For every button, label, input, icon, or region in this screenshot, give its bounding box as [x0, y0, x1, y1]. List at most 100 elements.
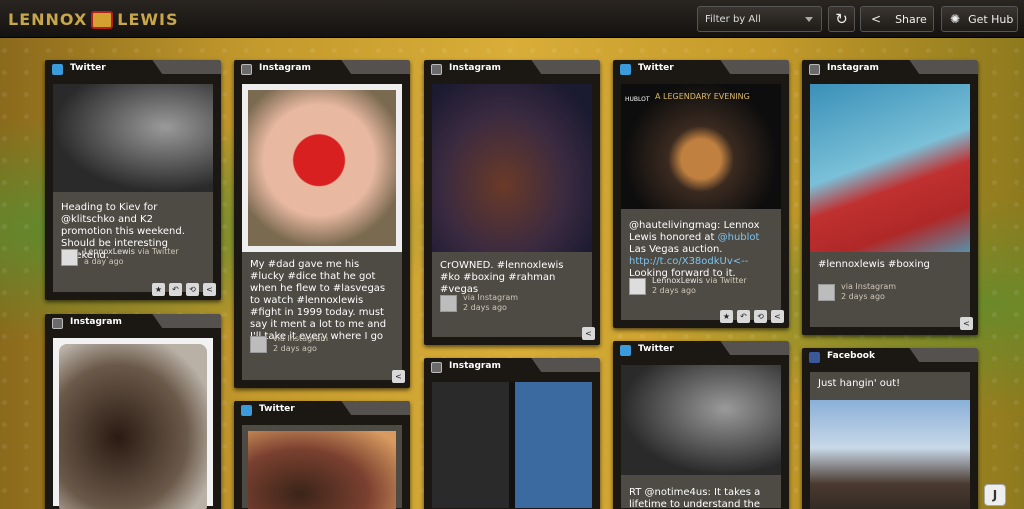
feed-card[interactable]: Instagram My #dad gave me his #lucky #di…: [234, 60, 410, 388]
card-tab: Instagram: [424, 358, 600, 376]
via: via Instagram: [273, 334, 329, 343]
avatar[interactable]: [440, 294, 457, 312]
post-meta: via Instagram 2 days ago: [440, 293, 518, 313]
author[interactable]: LennoxLewis: [652, 276, 703, 285]
reply-icon[interactable]: ↶: [169, 283, 182, 296]
timestamp: 2 days ago: [463, 303, 507, 312]
author[interactable]: LennoxLewis: [84, 247, 135, 256]
facebook-icon: [809, 352, 820, 363]
card-tab: Instagram: [234, 60, 410, 78]
share-label: Share: [895, 12, 927, 26]
card-tab: Facebook: [802, 348, 978, 366]
card-body: CrOWNED. #lennoxlewis #ko #boxing #rahma…: [432, 84, 592, 337]
post-photo[interactable]: [53, 84, 213, 192]
post-photo[interactable]: [242, 84, 402, 252]
share-icon[interactable]: <: [771, 310, 784, 323]
twitter-icon: [620, 345, 631, 356]
instagram-icon: [241, 64, 252, 75]
card-actions: <: [392, 370, 405, 383]
feed-card[interactable]: Facebook Just hangin' out!: [802, 348, 978, 509]
post-photo[interactable]: [810, 84, 970, 252]
card-source: Instagram: [827, 63, 879, 73]
feed-card[interactable]: Twitter RT @notime4us: It takes a lifeti…: [613, 341, 789, 509]
post-photo[interactable]: [621, 365, 781, 475]
post-photo[interactable]: [810, 400, 970, 509]
card-tab: Twitter: [234, 401, 410, 419]
get-hub-label: Get Hub: [968, 12, 1014, 26]
instagram-icon: [809, 64, 820, 75]
timestamp: 2 days ago: [652, 286, 696, 295]
feed-card[interactable]: Instagram: [424, 358, 600, 509]
timestamp: 2 days ago: [273, 344, 317, 353]
instagram-icon: [431, 362, 442, 373]
share-icon[interactable]: <: [392, 370, 405, 383]
link[interactable]: http://t.co/X38odkUv<--: [629, 256, 748, 267]
feed-card[interactable]: Instagram CrOWNED. #lennoxlewis #ko #box…: [424, 60, 600, 345]
crest-icon: [91, 10, 114, 29]
logo[interactable]: LENNOX LEWIS: [8, 10, 179, 29]
avatar[interactable]: [250, 335, 267, 353]
feed-card[interactable]: Twitter Heading to Kiev for @klitschko a…: [45, 60, 221, 300]
filter-dropdown[interactable]: Filter by All: [697, 6, 822, 32]
logo-left-text: LENNOX: [8, 10, 88, 29]
card-source: Instagram: [70, 317, 122, 327]
card-tab: Twitter: [613, 60, 789, 78]
feed-card[interactable]: Instagram #lennoxlewis #boxing via Insta…: [802, 60, 978, 335]
via: via Twitter: [705, 276, 747, 285]
post-meta: via Instagram 2 days ago: [250, 334, 328, 354]
card-tab: Instagram: [424, 60, 600, 78]
avatar[interactable]: [629, 277, 646, 295]
hub-icon: ✺: [950, 12, 961, 26]
share-button[interactable]: < Share: [860, 6, 934, 32]
via: via Instagram: [463, 293, 519, 302]
post-photo[interactable]: [248, 431, 396, 509]
share-icon: <: [871, 12, 882, 26]
card-body: Heading to Kiev for @klitschko and K2 pr…: [53, 84, 213, 292]
refresh-button[interactable]: ↻: [828, 6, 855, 32]
share-icon[interactable]: <: [582, 327, 595, 340]
timestamp: 2 days ago: [841, 292, 885, 301]
photo-headline: A LEGENDARY EVENING: [655, 92, 750, 101]
card-tab: Twitter: [613, 341, 789, 359]
card-body: #lennoxlewis #boxing via Instagram 2 days…: [810, 84, 970, 327]
filter-label: Filter by All: [705, 13, 761, 25]
jump-button[interactable]: J: [984, 484, 1006, 506]
post-meta: via Instagram 2 days ago: [818, 282, 896, 302]
feed-card[interactable]: Twitter HUBLOT A LEGENDARY EVENING @haut…: [613, 60, 789, 328]
star-icon[interactable]: ★: [720, 310, 733, 323]
card-body: [53, 338, 213, 509]
card-source: Instagram: [259, 63, 311, 73]
avatar[interactable]: [818, 283, 835, 301]
star-icon[interactable]: ★: [152, 283, 165, 296]
post-photo[interactable]: [432, 382, 592, 508]
post-photo[interactable]: HUBLOT A LEGENDARY EVENING: [621, 84, 781, 209]
feed-card[interactable]: Twitter: [234, 401, 410, 509]
logo-right-text: LEWIS: [117, 10, 179, 29]
feed-card[interactable]: Instagram: [45, 314, 221, 509]
share-icon[interactable]: <: [203, 283, 216, 296]
photo-brand: HUBLOT: [625, 96, 650, 103]
retweet-icon[interactable]: ⟲: [754, 310, 767, 323]
card-actions: ★ ↶ ⟲ <: [720, 310, 784, 323]
post-photo[interactable]: [59, 344, 207, 509]
post-caption: #lennoxlewis #boxing: [818, 259, 930, 270]
link[interactable]: @hublot: [718, 232, 760, 243]
card-actions: ★ ↶ ⟲ <: [152, 283, 216, 296]
post-caption: CrOWNED. #lennoxlewis #ko #boxing #rahma…: [440, 260, 564, 295]
post-meta: LennoxLewis via Twitter 2 days ago: [629, 276, 747, 296]
card-source: Twitter: [638, 63, 674, 73]
card-actions: <: [582, 327, 595, 340]
retweet-icon[interactable]: ⟲: [186, 283, 199, 296]
card-tab: Instagram: [45, 314, 221, 332]
post-meta: LennoxLewis via Twitter a day ago: [61, 247, 179, 267]
card-tab: Twitter: [45, 60, 221, 78]
reply-icon[interactable]: ↶: [737, 310, 750, 323]
instagram-icon: [431, 64, 442, 75]
get-hub-button[interactable]: ✺ Get Hub: [941, 6, 1018, 32]
top-bar: LENNOX LEWIS Filter by All ↻ < Share ✺ G…: [0, 0, 1024, 38]
card-source: Twitter: [70, 63, 106, 73]
post-photo[interactable]: [432, 84, 592, 252]
avatar[interactable]: [61, 248, 78, 266]
via: via Twitter: [137, 247, 179, 256]
share-icon[interactable]: <: [960, 317, 973, 330]
